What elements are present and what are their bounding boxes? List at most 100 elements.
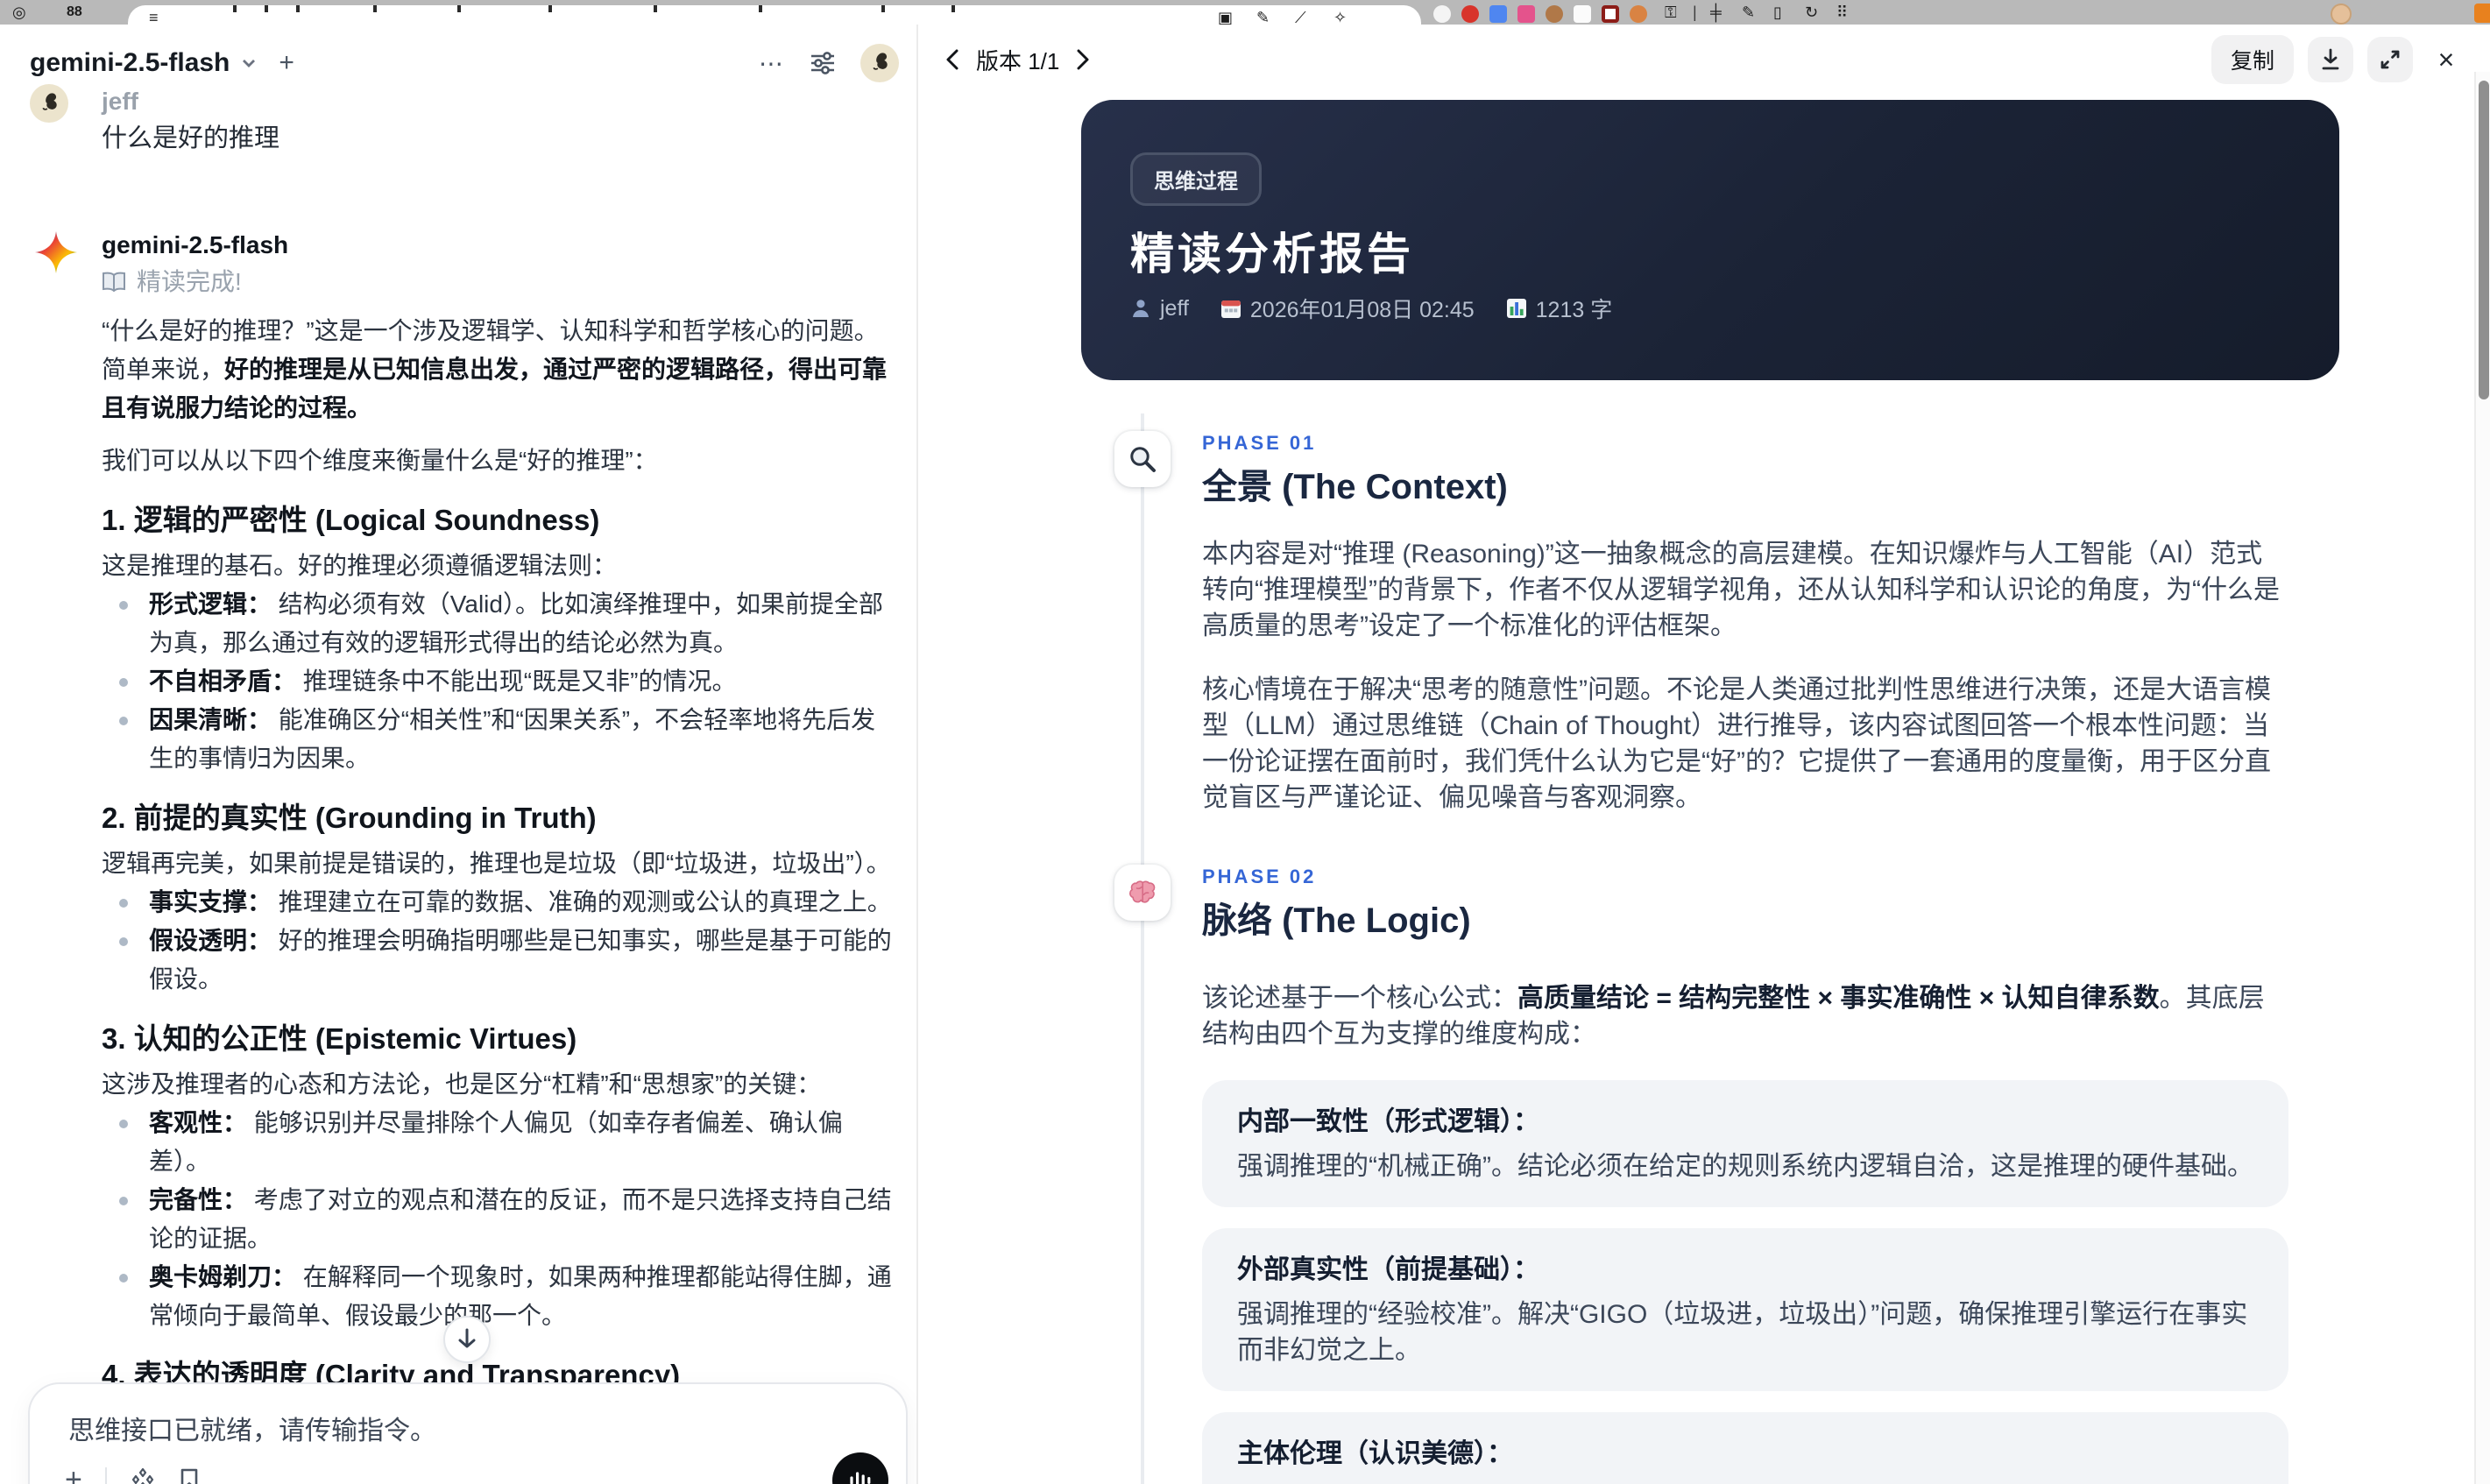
status-brown-icon[interactable] [1546,5,1563,23]
refresh-icon[interactable]: ↻ [1805,4,1818,21]
bullet-list: 客观性： 能够识别并尽量排除个人偏见（如幸存者偏差、确认偏差）。 完备性： 考虑… [102,1104,894,1335]
prompts-diamond-icon[interactable] [130,1466,156,1484]
model-selector[interactable]: gemini-2.5-flash [30,48,230,78]
tab-tool-icon[interactable]: ▣ [1218,9,1233,25]
phase-paragraph: 核心情境在于解决“思考的随意性”问题。不论是人类通过批判性思维进行决策，还是大语… [1202,675,2271,812]
version-nav: 版本 1/1 [944,44,1091,76]
bullet-list: 事实支撑： 推理建立在可靠的数据、准确的观测或公认的真理之上。 假设透明： 好的… [102,883,894,999]
version-label: 版本 1/1 [976,47,1060,74]
attach-plus-button[interactable]: + [65,1465,82,1484]
assistant-lead: 我们可以从以下四个维度来衡量什么是“好的推理”： [102,447,658,474]
status-white-icon[interactable] [1574,5,1591,23]
brain-icon [1114,865,1171,921]
section-heading: 2. 前提的真实性 (Grounding in Truth) [102,802,597,834]
edge-app-icon[interactable] [2474,4,2490,23]
tune-icon[interactable]: ╪ [1710,4,1722,21]
expand-icon [2380,50,2400,69]
settings-sliders-icon[interactable] [810,51,836,75]
report-meta: jeff 2026年01月08日 02:45 1213 字 [1130,293,1612,324]
status-redbox-icon[interactable] [1602,5,1619,23]
list-item: 奥卡姆剃刀： 在解释同一个现象时，如果两种推理都能站得住脚，通常倾向于最简单、假… [102,1258,894,1335]
list-item: 事实支撑： 推理建立在可靠的数据、准确的观测或公认的真理之上。 [102,883,894,922]
chat-header: gemini-2.5-flash + ⋯ [30,42,899,84]
menubar-user-avatar[interactable] [2331,4,2352,25]
waveform-icon [850,1472,871,1484]
phase-label: PHASE 01 [1202,432,1317,454]
copy-button[interactable]: 复制 [2211,35,2294,84]
message-composer[interactable]: 思维接口已就绪，请传输指令。 + [28,1382,908,1484]
download-button[interactable] [2308,37,2353,82]
more-options-button[interactable]: ⋯ [759,49,785,78]
menu-lines-icon[interactable]: ≡ [149,9,159,25]
scrollbar-track[interactable] [2474,72,2490,1484]
window-tab: ≡ ▣ ✎ ⟋ ✧ [128,5,1421,25]
author-meta: jeff [1130,296,1189,322]
status-pink-icon[interactable] [1517,5,1535,23]
new-chat-button[interactable]: + [279,48,294,78]
target-icon[interactable]: ◎ [12,4,26,21]
list-item: 因果清晰： 能准确区分“相关性”和“因果关系”，不会轻率地将先后发生的事情归为因… [102,701,894,778]
phase-paragraph: 该论述基于一个核心公式：高质量结论 = 结构完整性 × 事实准确性 × 认知自律… [1202,984,2265,1049]
section-heading: 1. 逻辑的严密性 (Logical Soundness) [102,504,600,536]
bar-chart-icon [1506,299,1526,318]
assistant-status: 精读完成! [102,263,894,301]
divider-icon: | [1693,4,1697,21]
user-name: jeff [102,88,138,115]
prev-version-button[interactable] [944,49,960,70]
grid-icon[interactable]: ⠿ [1836,4,1848,21]
list-item: 完备性： 考虑了对立的观点和潜在的反证，而不是只选择支持自己结论的证据。 [102,1181,894,1258]
key-icon[interactable]: ⚿ [1665,4,1677,21]
pencil-icon[interactable]: ✎ [1742,4,1755,21]
phase-02: PHASE 02 脉络 (The Logic) 该论述基于一个核心公式：高质量结… [1114,865,2341,1484]
section-desc: 这涉及推理者的心态和方法论，也是区分“杠精”和“思想家”的关键： [102,1071,822,1098]
download-icon [2322,48,2339,70]
account-avatar[interactable] [860,44,899,82]
voice-input-button[interactable] [832,1452,888,1484]
status-orange-icon[interactable] [1630,5,1647,23]
user-message-text: 什么是好的推理 [102,124,280,152]
divider [104,1467,107,1484]
next-version-button[interactable] [1075,49,1091,70]
composer-placeholder: 思维接口已就绪，请传输指令。 [68,1417,436,1445]
logic-card: 主体伦理（认识美德）： 转向推理者的心理特征。引入奥卡姆剃刀和反向论证，旨在克服… [1202,1412,2288,1484]
expand-button[interactable] [2367,37,2413,82]
arrow-down-icon [458,1328,476,1348]
pen-icon[interactable]: ✎ [1256,9,1270,25]
list-item: 形式逻辑： 结构必须有效（Valid）。比如演绎推理中，如果前提全部为真，那么通… [102,585,894,662]
phase-title: 脉络 (The Logic) [1202,901,1471,940]
scroll-to-bottom-button[interactable] [443,1316,491,1363]
section-heading: 3. 认知的公正性 (Epistemic Virtues) [102,1022,577,1055]
battery-icon[interactable]: ▯ [1773,4,1782,21]
assistant-message: gemini-2.5-flash 精读完成! “什么是好的推理？”这是一个涉及逻… [30,228,901,1484]
bookmark-icon[interactable] [179,1467,200,1484]
macos-menubar: ◎ 88 ≡ ▣ ✎ ⟋ ✧ ⚿ | ╪ ✎ ▯ ↻ ⠿ [0,0,2490,25]
status-ghost-icon[interactable] [1433,5,1451,23]
section-desc: 这是推理的基石。好的推理必须遵循逻辑法则： [102,552,618,579]
calendar-icon [1220,300,1241,318]
person-icon [1133,300,1149,317]
chevron-down-icon[interactable] [240,54,258,72]
book-icon [102,272,126,293]
phases: PHASE 01 全景 (The Context) 本内容是对“推理 (Reas… [1114,431,2341,1484]
assistant-name: gemini-2.5-flash [102,231,289,258]
logic-cards: 内部一致性（形式逻辑）： 强调推理的“机械正确”。结论必须在给定的规则系统内逻辑… [1202,1080,2288,1484]
bullet-list: 形式逻辑： 结构必须有效（Valid）。比如演绎推理中，如果前提全部为真，那么通… [102,585,894,778]
assistant-intro: “什么是好的推理？”这是一个涉及逻辑学、认知科学和哲学核心的问题。简单来说，好的… [102,317,888,421]
phase-paragraph: 本内容是对“推理 (Reasoning)”这一抽象概念的高层建模。在知识爆炸与人… [1202,540,2280,640]
user-avatar [30,84,68,123]
logic-card: 外部真实性（前提基础）： 强调推理的“经验校准”。解决“GIGO（垃圾进，垃圾出… [1202,1228,2288,1391]
section-desc: 逻辑再完美，如果前提是错误的，推理也是垃圾（即“垃圾进，垃圾出”）。 [102,850,891,877]
screen: ◎ 88 ≡ ▣ ✎ ⟋ ✧ ⚿ | ╪ ✎ ▯ ↻ ⠿ gemini-2.5-… [0,0,2490,1484]
wordcount-meta: 1213 字 [1506,293,1612,324]
chat-panel: gemini-2.5-flash + ⋯ jeff 什么是好的推理 gemini… [0,25,918,1484]
scrollbar-thumb[interactable] [2479,81,2489,399]
slash-icon[interactable]: ⟋ [1295,9,1306,25]
app-grid-icon[interactable]: 88 [67,4,82,21]
gemini-star-icon [35,231,77,273]
star-icon[interactable]: ✧ [1333,9,1347,25]
list-item: 不自相矛盾： 推理链条中不能出现“既是又非”的情况。 [102,662,894,701]
status-blue-icon[interactable] [1489,5,1507,23]
close-panel-button[interactable]: × [2427,37,2465,82]
report-title: 精读分析报告 [1130,230,1414,279]
status-red-icon[interactable] [1461,5,1479,23]
